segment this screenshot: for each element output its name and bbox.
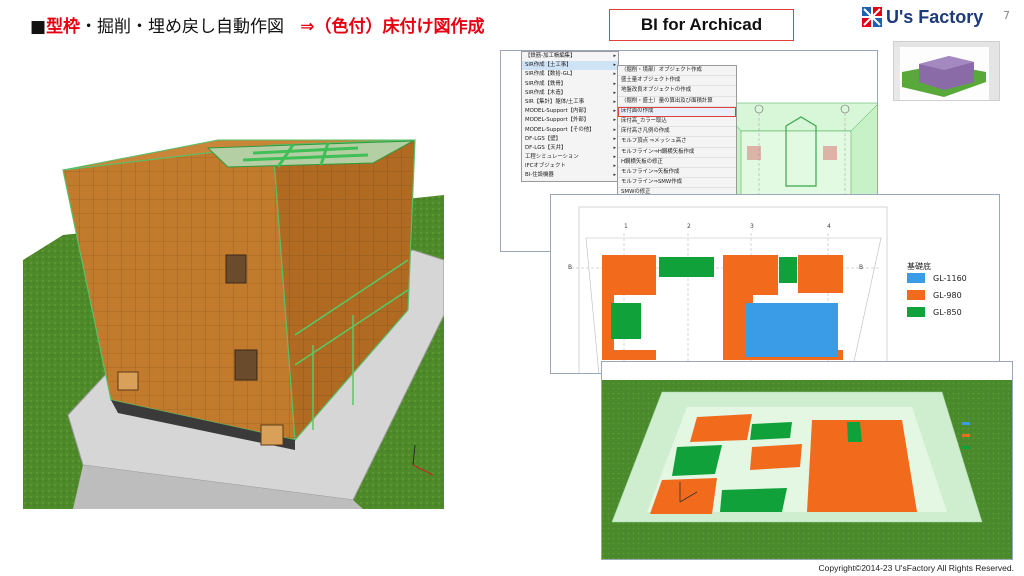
menu-item[interactable]: 工程シミュレーション ▸ xyxy=(522,153,618,162)
submenu-item[interactable]: 盛土量オブジェクト作成 xyxy=(618,76,736,87)
archicad-thumbnail xyxy=(893,41,1000,101)
submenu-item[interactable]: モルフライン⇒矢板作成 xyxy=(618,168,736,179)
submenu-item[interactable]: 地盤改良オブジェクトの作成 xyxy=(618,86,736,97)
bi-archicad-tag: BI for Archicad xyxy=(609,9,794,41)
submenu-item[interactable]: （掘削・盛土）量の算出及び面積計算 xyxy=(618,97,736,107)
building-3d-view xyxy=(23,45,445,509)
grid-label-b-right: B xyxy=(859,264,864,271)
page-number: 7 xyxy=(1003,9,1010,22)
submenu-item[interactable]: H鋼横矢板の修正 xyxy=(618,158,736,168)
submenu-item[interactable]: （掘削・境部）オブジェクト作成 xyxy=(618,66,736,77)
title-red-1: 型枠 xyxy=(46,17,81,37)
legend-title: 基礎底 xyxy=(907,262,931,271)
menu-item[interactable]: IFCオブジェクト ▸ xyxy=(522,162,618,171)
legend-swatch-blue xyxy=(907,273,925,283)
logo-mark-icon xyxy=(862,7,882,27)
title-arrow: ⇒ xyxy=(300,17,315,37)
submenu-item[interactable]: モルフライン⇒H鋼横矢板作成 xyxy=(618,148,736,158)
submenu-item-create-floor-surface[interactable]: 床付面の作成 xyxy=(618,106,736,117)
grid-label-1: 1 xyxy=(624,223,628,230)
menu-item[interactable]: SIR【集計】躯体/土工事 ▸ xyxy=(522,98,618,107)
legend-item-gl980: GL-980 xyxy=(907,290,962,300)
company-logo: U's Factory xyxy=(862,4,983,30)
copyright-text: Copyright©2014-23 U'sFactory All Rights … xyxy=(818,563,1014,573)
menu-item-earthwork[interactable]: SIR作成【土工事】 ▸ xyxy=(522,61,618,71)
menu-item[interactable]: MODEL-Support【外部】 ▸ xyxy=(522,116,618,125)
menu-item[interactable]: SIR作成【木造】 ▸ xyxy=(522,89,618,98)
colored-floor-plan: 1 2 3 4 B B A 基礎底 GL-1160 GL-980 GL-850 xyxy=(550,194,1000,374)
menu-item[interactable]: MODEL-Support【内部】 ▸ xyxy=(522,107,618,116)
menu-item[interactable]: SIR作成【鉄骨】 ▸ xyxy=(522,80,618,89)
menu-item[interactable]: MODEL-Support【その他】 ▸ xyxy=(522,126,618,135)
grid-label-b-left: B xyxy=(568,264,573,271)
menu-item[interactable]: BI-住設機器 ▸ xyxy=(522,171,618,180)
logo-text: U's Factory xyxy=(886,6,984,27)
title-red-2: （色付）床付け図作成 xyxy=(314,17,485,37)
archicad-main-menu: 【鉄筋-加工帳編集】 ▸ SIR作成【土工事】 ▸ SIR作成【数拾-GL】 ▸ SI… xyxy=(521,51,619,182)
menu-item[interactable]: SIR作成【数拾-GL】 ▸ xyxy=(522,70,618,79)
legend-item-gl1160: GL-1160 xyxy=(907,273,967,283)
slide-title: ■型枠・掘削・埋め戻し自動作図 ⇒（色付）床付け図作成 xyxy=(30,12,485,37)
title-bullet: ■ xyxy=(30,17,47,37)
grid-label-2: 2 xyxy=(687,223,691,230)
legend-swatch-green xyxy=(907,307,925,317)
colored-excavation-3d-view xyxy=(601,361,1013,560)
grid-label-4: 4 xyxy=(827,223,831,230)
legend-swatch-orange xyxy=(907,290,925,300)
submenu-item[interactable]: 床付高_カラー取込 xyxy=(618,117,736,128)
submenu-item[interactable]: モルフ頂点 ⇒メッシュ高さ xyxy=(618,137,736,148)
submenu-item[interactable]: モルフライン⇒SMW作成 xyxy=(618,178,736,189)
menu-item[interactable]: DF-LGS【天井】 ▸ xyxy=(522,144,618,153)
menu-item[interactable]: 【鉄筋-加工帳編集】 ▸ xyxy=(522,52,618,61)
submenu-item[interactable]: 床付高さ凡例の作成 xyxy=(618,127,736,138)
menu-item[interactable]: DF-LGS【壁】 ▸ xyxy=(522,135,618,144)
legend-item-gl850: GL-850 xyxy=(907,307,962,317)
grid-label-3: 3 xyxy=(750,223,754,230)
earthwork-submenu: （掘削・境部）オブジェクト作成 盛土量オブジェクト作成 地盤改良オブジェクトの作… xyxy=(617,65,737,200)
title-black: ・掘削・埋め戻し自動作図 xyxy=(80,17,285,37)
